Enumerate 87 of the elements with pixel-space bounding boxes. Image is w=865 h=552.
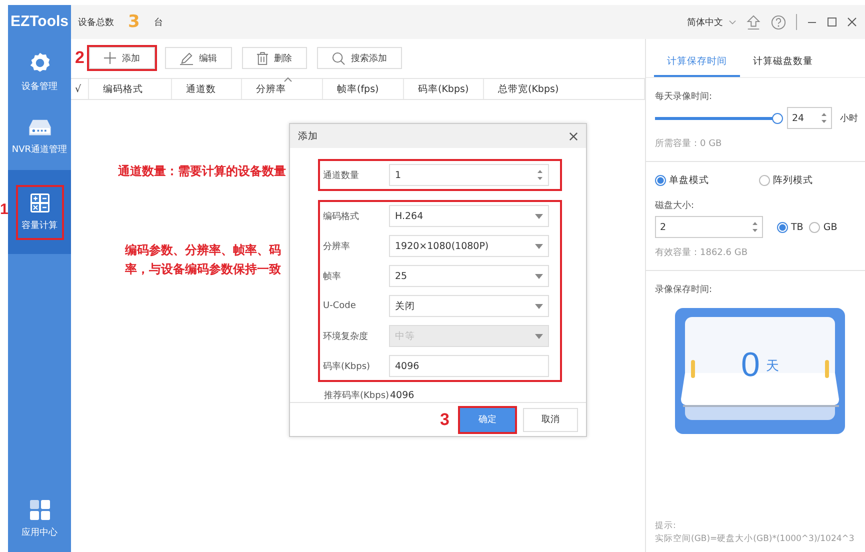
unit-label: 天: [766, 358, 779, 374]
field-label: 通道数量: [323, 170, 360, 182]
step-number: 3: [440, 410, 450, 430]
dropdown[interactable]: H.264: [389, 205, 549, 227]
effective-capacity: 有效容量：1862.6 GB: [655, 246, 749, 259]
spin-arrows-icon[interactable]: [537, 169, 543, 181]
dialog-title: 添加: [298, 130, 318, 142]
column-header-cell: √: [71, 79, 89, 99]
field-label: 环境复杂度: [323, 330, 369, 342]
gear-icon: [28, 52, 50, 74]
upload-icon[interactable]: [746, 14, 761, 30]
radio-label[interactable]: GB: [823, 222, 838, 232]
plus-icon: [104, 52, 116, 64]
search-add-button[interactable]: 搜索添加: [317, 47, 402, 69]
field-label: 磁盘大小:: [655, 200, 696, 212]
column-header-cell: 分辨率: [242, 79, 323, 99]
hours-spinbox[interactable]: 24: [787, 107, 832, 129]
radio-label[interactable]: TB: [791, 222, 804, 232]
annotation-text: 通道数量：需要计算的设备数量: [118, 163, 286, 180]
close-icon[interactable]: [847, 17, 857, 27]
app-logo: EZTools: [9, 12, 70, 32]
grid-icon: [30, 500, 50, 520]
column-header-cell: 帧率(fps): [323, 79, 404, 99]
radio-button[interactable]: [809, 222, 820, 232]
sidebar-item[interactable]: 容量计算: [8, 170, 71, 254]
delete-button[interactable]: 删除: [242, 47, 307, 69]
trash-icon: [257, 52, 268, 64]
language-dropdown[interactable]: 简体中文: [687, 16, 723, 28]
slider-thumb[interactable]: [772, 112, 783, 124]
radio-label[interactable]: 单盘模式: [669, 174, 709, 187]
add-button[interactable]: 添加: [89, 47, 155, 69]
unit-label: 台: [154, 16, 163, 28]
tab[interactable]: 计算保存时间: [654, 49, 740, 77]
hint-text: 实际空间(GB)=硬盘大小(GB)*(1000^3)/1024^3: [655, 533, 856, 546]
radio-button[interactable]: [655, 175, 666, 186]
field-label: 帧率: [323, 270, 342, 282]
sidebar-item[interactable]: 应用中心: [8, 487, 71, 552]
radio-label[interactable]: 阵列模式: [773, 174, 813, 187]
column-header-cell: 编码格式: [89, 79, 172, 99]
column-header-cell: 码率(Kbps): [404, 79, 484, 99]
radio-button[interactable]: [759, 175, 770, 186]
step-number: 1: [0, 201, 8, 218]
field-label: U-Code: [323, 301, 357, 311]
required-capacity: 所需容量：0 GB: [655, 138, 723, 150]
dropdown[interactable]: 1920×1080(1080P): [389, 235, 549, 257]
recorder-icon: [28, 119, 52, 137]
dropdown[interactable]: 25: [389, 265, 549, 287]
caret-icon[interactable]: [729, 20, 736, 24]
unit-label: 小时: [840, 112, 858, 124]
spin-arrows-icon[interactable]: [752, 221, 758, 233]
field-label: 码率(Kbps): [323, 360, 372, 372]
step-number: 2: [75, 48, 84, 68]
close-icon[interactable]: [569, 132, 578, 140]
column-header-cell: 通道数: [172, 79, 242, 99]
hint-label: 提示:: [655, 520, 677, 533]
maximize-icon[interactable]: [827, 17, 837, 27]
tab[interactable]: 计算磁盘数量: [740, 49, 826, 77]
field-label: 录像保存时间:: [655, 284, 714, 296]
number-field[interactable]: 1: [389, 164, 549, 186]
input-field[interactable]: 4096: [389, 355, 549, 377]
column-header-cell: 总带宽(Kbps): [484, 79, 645, 99]
pencil-icon: [180, 52, 193, 64]
annotation-text: 编码参数、分辨率、帧率、码率，与设备编码参数保持一致: [125, 242, 282, 278]
edit-button[interactable]: 编辑: [165, 47, 232, 69]
sidebar-item[interactable]: NVR通道管理: [8, 105, 71, 170]
device-total: 3: [128, 12, 140, 32]
radio-button[interactable]: [777, 222, 788, 232]
field-label: 每天录像时间:: [655, 90, 714, 103]
dropdown-arrow-icon[interactable]: [535, 214, 543, 218]
help-icon[interactable]: [771, 14, 786, 30]
disk-size-spinbox[interactable]: 2: [655, 216, 763, 238]
cancel-button[interactable]: 取消: [523, 408, 578, 432]
device-total-label: 设备总数: [78, 16, 114, 28]
sort-caret-icon[interactable]: [284, 77, 292, 82]
recommended-value: 4096: [390, 390, 414, 401]
search-icon: [332, 52, 345, 64]
sidebar-item[interactable]: 设备管理: [8, 40, 71, 105]
spin-arrows-icon[interactable]: [821, 112, 827, 124]
field-label: 推荐码率(Kbps): [324, 390, 390, 402]
field-label: 分辨率: [323, 240, 351, 252]
dropdown[interactable]: 关闭: [389, 295, 549, 317]
days-value: 0: [741, 346, 760, 385]
dropdown-arrow-icon[interactable]: [535, 304, 543, 308]
dropdown-arrow-icon[interactable]: [535, 244, 543, 248]
dropdown-arrow-icon[interactable]: [535, 274, 543, 278]
calculator-icon: [30, 192, 50, 212]
field-label: 编码格式: [323, 210, 360, 222]
